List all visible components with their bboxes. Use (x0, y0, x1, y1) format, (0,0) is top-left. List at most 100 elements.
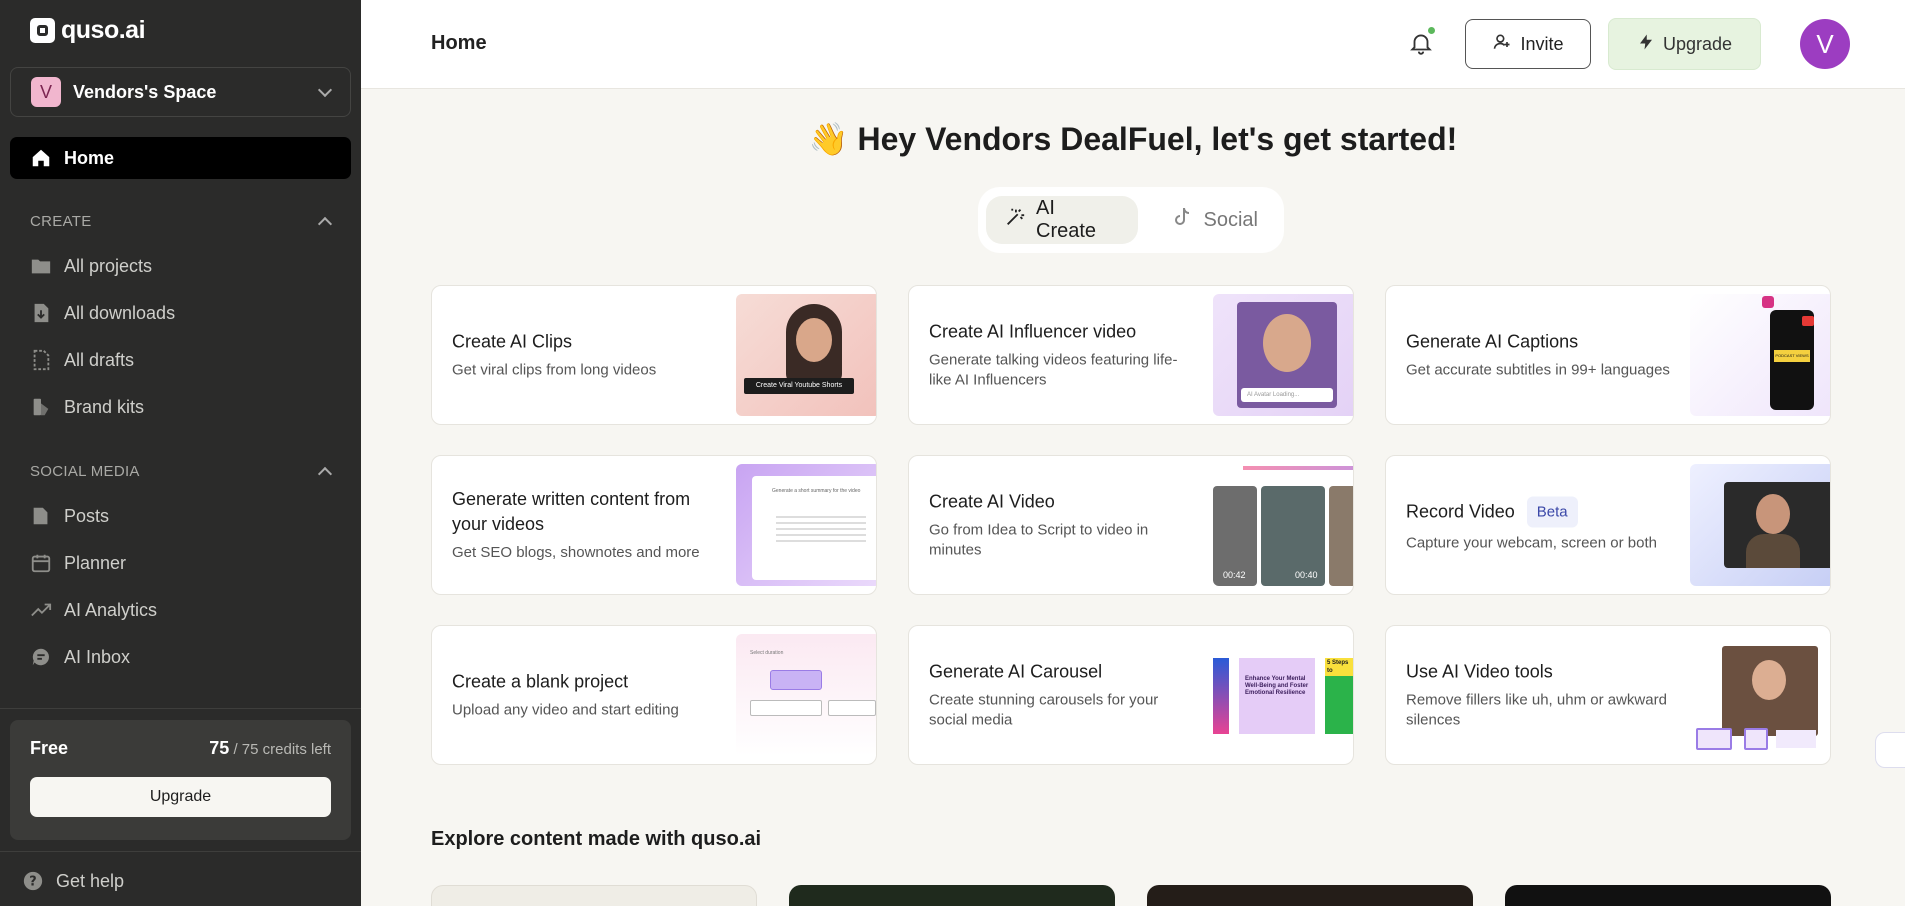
section-social-header[interactable]: SOCIAL MEDIA (30, 463, 333, 482)
card-title: Generate AI Carousel (929, 661, 1103, 682)
card-desc: Capture your webcam, screen or both (1406, 534, 1657, 552)
card-create-ai-influencer[interactable]: Create AI Influencer video Generate talk… (908, 285, 1354, 425)
explore-card[interactable] (1505, 885, 1831, 906)
sidebar-item-home[interactable]: Home (10, 137, 351, 179)
invite-label: Invite (1520, 33, 1564, 54)
magic-wand-icon (1004, 206, 1026, 234)
sidebar-item-brand-kits[interactable]: Brand kits (30, 392, 144, 422)
card-ai-video-tools[interactable]: Use AI Video tools Remove fillers like u… (1385, 625, 1831, 765)
card-desc: Get viral clips from long videos (452, 361, 657, 379)
help-icon: ? (22, 870, 44, 892)
card-desc: Create stunning carousels for your socia… (929, 691, 1159, 729)
card-generate-ai-captions[interactable]: Generate AI Captions Get accurate subtit… (1385, 285, 1831, 425)
space-switcher[interactable]: V Vendors's Space (10, 67, 351, 117)
tab-label: AI Create (1036, 197, 1097, 242)
card-title-text: Record Video (1406, 501, 1515, 522)
posts-icon (30, 505, 52, 527)
header-upgrade-button[interactable]: Upgrade (1608, 18, 1761, 70)
card-title: Create AI Video (929, 491, 1055, 512)
download-file-icon (30, 302, 52, 324)
ai-influencer-thumbnail: AI Avatar Loading... (1213, 294, 1353, 416)
explore-card[interactable] (1147, 885, 1473, 906)
card-title: Create a blank project (452, 671, 629, 692)
sidebar-item-label: AI Analytics (64, 599, 158, 620)
top-header: Home Invite Upgrade V (361, 0, 1905, 89)
blank-project-thumbnail: Select duration (736, 634, 876, 756)
sidebar-item-label: Planner (64, 552, 127, 573)
explore-card[interactable] (431, 885, 757, 906)
credits-suffix: / 75 credits left (233, 741, 331, 758)
sidebar-item-label: Home (64, 147, 115, 168)
section-create-header[interactable]: CREATE (30, 213, 333, 232)
page-title: Home (431, 32, 487, 54)
card-record-video[interactable]: Record Video Beta Capture your webcam, s… (1385, 455, 1831, 595)
notification-dot (1428, 27, 1435, 34)
card-create-ai-video[interactable]: Create AI Video Go from Idea to Script t… (908, 455, 1354, 595)
written-content-thumbnail: Generate a short summary for the video (736, 464, 876, 586)
ai-video-tools-thumbnail (1690, 634, 1830, 756)
ai-clips-thumbnail: Create Viral Youtube Shorts (736, 294, 876, 416)
credits-remaining: 75 / 75 credits left (209, 738, 331, 759)
svg-text:?: ? (29, 875, 36, 890)
logo[interactable]: quso.ai (30, 16, 146, 45)
sidebar-item-label: All drafts (64, 349, 135, 370)
plan-name: Free (30, 738, 69, 758)
card-title: Generate AI Captions (1406, 331, 1579, 352)
section-label: CREATE (30, 213, 92, 230)
tab-social[interactable]: Social (1152, 196, 1276, 244)
sidebar-item-label: AI Inbox (64, 646, 131, 667)
sidebar-item-ai-inbox[interactable]: AI Inbox (30, 642, 130, 672)
thumb-caption-secondary: 5 Steps to Product l (1325, 658, 1353, 676)
invite-button[interactable]: Invite (1465, 19, 1591, 69)
tab-ai-create[interactable]: AI Create (986, 196, 1138, 244)
card-generate-written-content[interactable]: Generate written content from your video… (431, 455, 877, 595)
sidebar-item-ai-analytics[interactable]: AI Analytics (30, 595, 157, 625)
sidebar-item-all-downloads[interactable]: All downloads (30, 298, 175, 328)
sidebar-item-posts[interactable]: Posts (30, 501, 109, 531)
logo-text: quso.ai (61, 16, 146, 44)
chat-bubble-icon (30, 646, 52, 668)
get-help-link[interactable]: ? Get help (22, 870, 124, 892)
instagram-icon (1762, 296, 1774, 308)
analytics-icon (30, 599, 52, 621)
space-name: Vendors's Space (73, 81, 217, 102)
sidebar-divider (0, 851, 361, 852)
card-title: Record Video Beta (1406, 496, 1676, 528)
card-generate-ai-carousel[interactable]: Generate AI Carousel Create stunning car… (908, 625, 1354, 765)
sidebar-item-label: Brand kits (64, 396, 145, 417)
chevron-up-icon (317, 216, 333, 232)
sidebar: quso.ai V Vendors's Space Home CREATE Al… (0, 0, 361, 906)
ai-video-thumbnail: 00:42 00:40 (1213, 464, 1353, 586)
card-desc: Remove fillers like uh, uhm or awkward s… (1406, 691, 1667, 729)
card-desc: Get accurate subtitles in 99+ languages (1406, 361, 1670, 379)
draft-icon (30, 349, 52, 371)
section-label: SOCIAL MEDIA (30, 463, 140, 480)
notification-bell-icon[interactable] (1408, 30, 1434, 61)
create-mode-tabs: AI Create Social (978, 187, 1284, 253)
card-desc: Upload any video and start editing (452, 701, 679, 719)
thumb-caption: Generate a short summary for the video (772, 488, 861, 494)
sidebar-item-all-projects[interactable]: All projects (30, 251, 152, 281)
card-desc: Go from Idea to Script to video in minut… (929, 521, 1149, 559)
upgrade-label: Upgrade (1662, 33, 1733, 54)
tab-label: Social (1203, 208, 1258, 231)
credits-count: 75 (209, 738, 230, 758)
home-icon (30, 147, 52, 169)
user-avatar[interactable]: V (1800, 19, 1850, 69)
card-title: Create AI Clips (452, 331, 573, 352)
thumb-caption: Enhance Your Mental Well-Being and Foste… (1239, 658, 1315, 734)
card-create-ai-clips[interactable]: Create AI Clips Get viral clips from lon… (431, 285, 877, 425)
floating-chat-widget[interactable] (1875, 732, 1905, 768)
explore-card[interactable] (789, 885, 1115, 906)
lightning-icon (1637, 32, 1655, 57)
ai-carousel-thumbnail: Enhance Your Mental Well-Being and Foste… (1213, 634, 1353, 756)
help-label: Get help (56, 870, 125, 891)
sidebar-item-planner[interactable]: Planner (30, 548, 126, 578)
card-create-blank-project[interactable]: Create a blank project Upload any video … (431, 625, 877, 765)
add-user-icon (1492, 32, 1512, 57)
sidebar-item-label: All downloads (64, 302, 176, 323)
sidebar-upgrade-button[interactable]: Upgrade (30, 777, 331, 817)
space-avatar: V (31, 77, 61, 107)
sidebar-item-all-drafts[interactable]: All drafts (30, 345, 134, 375)
sidebar-item-label: All projects (64, 255, 153, 276)
